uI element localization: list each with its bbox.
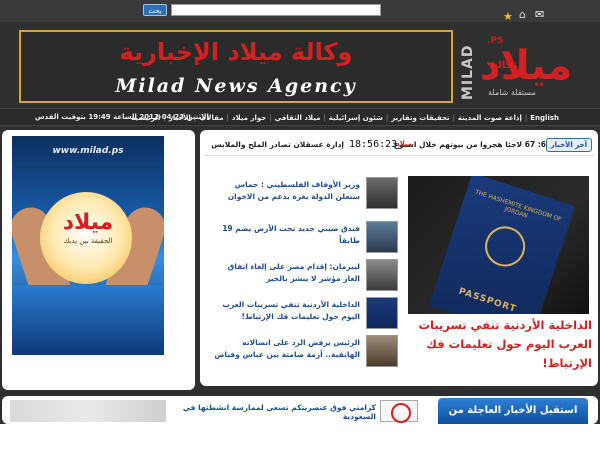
sidebar-ad-box: www.milad.ps ميلاد الحقيقة بين يديك <box>2 130 195 390</box>
news-headline[interactable]: ليبرمان: إقدام مصر على إلغاء اتفاق الغاز… <box>210 261 360 285</box>
news-item[interactable]: فندق صيني جديد تحت الأرض يضم 19 طابقاً <box>208 221 398 255</box>
passport-word: PASSPORT <box>457 286 518 314</box>
banner-arabic-title: وكالة ميلاد الإخبارية <box>119 38 353 66</box>
mail-icon[interactable]: ✉ <box>535 8 544 21</box>
news-thumbnail[interactable] <box>366 177 398 209</box>
ad-url: www.milad.ps <box>52 146 124 156</box>
footer-strip <box>0 424 600 450</box>
nav-item-israeli-affairs[interactable]: شئون إسرائيلية <box>326 114 386 122</box>
ticker-headline-2[interactable]: إدارة عسقلان تصادر الملح والملابس والحر <box>208 140 344 149</box>
nav-date: الإثنين 23-04-2012 الساعة 19:49 بتوقيت ا… <box>35 113 209 121</box>
home-icon[interactable]: ⌂ <box>519 8 526 21</box>
ticker-clock: 18:56:23 <box>349 139 398 150</box>
news-item[interactable]: ليبرمان: إقدام مصر على إلغاء اتفاق الغاز… <box>208 259 398 293</box>
main-content-box: آخر الأخبار 6: 67 لاجئا هجروا من بيوتهم … <box>200 130 598 386</box>
logo-subtitle: مستقلة شاملة <box>488 88 536 97</box>
news-thumbnail[interactable] <box>366 335 398 367</box>
banner-english-title: Milad News Agency <box>115 75 357 97</box>
top-bar: بحث ★ ⌂ ✉ <box>0 0 600 24</box>
passport-text: THE HASHEMITE KINGDOM OF JORDAN <box>474 188 563 224</box>
ticker-logo: ميلاد <box>396 140 413 148</box>
nav-separator: | <box>385 114 389 122</box>
milad-ad-image[interactable]: www.milad.ps ميلاد الحقيقة بين يديك <box>12 136 164 355</box>
site-logo[interactable]: MILAD .PS ميلاد وكالة مستقلة شاملة <box>460 30 580 102</box>
nav-item-reports[interactable]: تحقيقات وتقارير <box>388 114 452 122</box>
main-navigation: الرئيسية | الأخبار | مقالات | حوار ميلاد | م… <box>0 108 600 126</box>
news-headline[interactable]: الداخلية الأردنية تنفي تسريبات العرب الي… <box>210 299 360 323</box>
news-headline[interactable]: الرئيس يرفض الرد على اتصالاته الهاتفية..… <box>210 337 360 361</box>
ad-tagline: الحقيقة بين يديك <box>63 237 113 245</box>
news-item[interactable]: وزير الأوقاف الفلسطيني : حماس ستعلن الدو… <box>208 177 398 211</box>
news-thumbnail[interactable] <box>366 297 398 329</box>
top-icons: ★ ⌂ ✉ <box>503 8 551 24</box>
emblem-icon <box>479 221 531 272</box>
nav-separator: | <box>323 114 326 122</box>
news-ticker: آخر الأخبار 6: 67 لاجئا هجروا من بيوتهم … <box>204 134 594 156</box>
feature-headline[interactable]: الداخلية الأردنية تنفي تسريبات العرب الي… <box>406 316 592 373</box>
news-headline[interactable]: وزير الأوقاف الفلسطيني : حماس ستعلن الدو… <box>210 179 360 203</box>
search-input[interactable] <box>171 4 381 16</box>
bottom-left-image[interactable] <box>10 400 166 422</box>
news-headline[interactable]: فندق صيني جديد تحت الأرض يضم 19 طابقاً <box>210 223 360 247</box>
nav-item-interviews[interactable]: حوار ميلاد <box>229 114 269 122</box>
logo-small-text: وكالة <box>492 60 518 71</box>
news-item[interactable]: الداخلية الأردنية تنفي تسريبات العرب الي… <box>208 297 398 331</box>
water-graphic <box>12 285 164 355</box>
header-banner[interactable]: وكالة ميلاد الإخبارية Milad News Agency <box>19 30 453 103</box>
logo-vertical-text: MILAD <box>460 44 476 100</box>
ticker-headline[interactable]: 6: 67 لاجئا هجروا من بيوتهم خلال اسبوع <box>394 140 546 149</box>
no-entry-icon[interactable] <box>380 400 418 423</box>
ad-logo: ميلاد <box>62 210 114 235</box>
bottom-section: كرامتي فوق عنصريتكم تسعى لممارسة انشطتها… <box>2 396 598 424</box>
nav-separator: | <box>452 114 455 122</box>
nav-separator: | <box>269 114 272 122</box>
news-thumbnail[interactable] <box>366 221 398 253</box>
feature-image[interactable]: THE HASHEMITE KINGDOM OF JORDAN PASSPORT <box>408 176 589 314</box>
passport-icon: THE HASHEMITE KINGDOM OF JORDAN PASSPORT <box>429 176 575 314</box>
ticker-badge[interactable]: آخر الأخبار <box>545 138 592 152</box>
nav-separator: | <box>524 114 528 122</box>
news-thumbnail[interactable] <box>366 259 398 291</box>
nav-item-english[interactable]: English <box>527 114 562 122</box>
star-icon[interactable]: ★ <box>503 10 513 23</box>
nav-item-radio[interactable]: إذاعة صوت المدينة <box>455 114 525 122</box>
urgent-news-badge[interactable]: استقبل الأخبار العاجلة من <box>438 398 588 424</box>
news-item[interactable]: الرئيس يرفض الرد على اتصالاته الهاتفية..… <box>208 335 398 369</box>
nav-separator: | <box>226 114 229 122</box>
nav-item-culture[interactable]: ميلاد الثقافي <box>272 114 324 122</box>
bottom-headline[interactable]: كرامتي فوق عنصريتكم تسعى لممارسة انشطتها… <box>166 403 376 421</box>
search-button[interactable]: بحث <box>143 4 167 16</box>
